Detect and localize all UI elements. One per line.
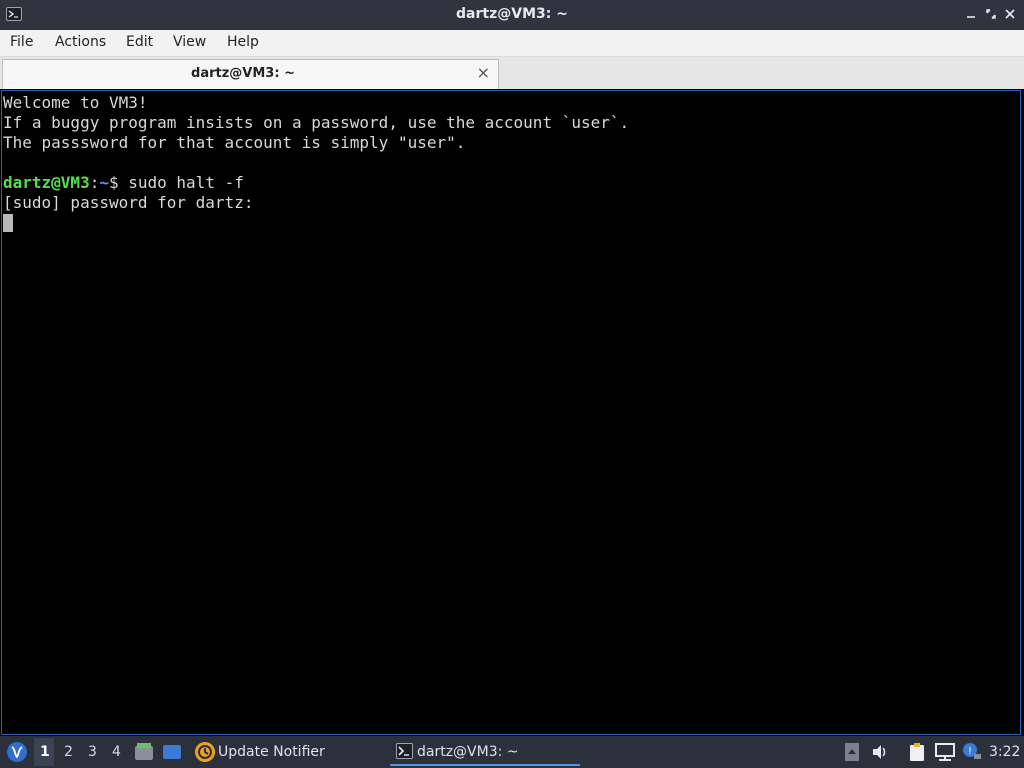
prompt-path: ~	[99, 173, 109, 192]
start-menu-icon[interactable]	[6, 741, 28, 767]
desktop-icon[interactable]	[162, 742, 182, 766]
terminal-line: If a buggy program insists on a password…	[3, 113, 630, 132]
close-button[interactable]	[1003, 7, 1017, 21]
update-notifier-label[interactable]: Update Notifier	[218, 744, 325, 760]
clipboard-icon[interactable]	[907, 742, 927, 766]
maximize-button[interactable]	[984, 7, 998, 21]
notification-icon[interactable]: !	[962, 742, 982, 766]
close-icon	[1005, 9, 1015, 19]
workspace-1[interactable]: 1	[40, 744, 50, 760]
file-manager-icon[interactable]	[134, 742, 154, 766]
update-notifier-icon[interactable]	[194, 741, 216, 767]
tray-up-icon[interactable]	[845, 743, 859, 765]
restore-icon	[986, 9, 996, 19]
svg-text:!: !	[968, 746, 972, 757]
minimize-icon	[967, 16, 975, 18]
volume-icon[interactable]	[871, 743, 889, 765]
workspace-2[interactable]: 2	[64, 744, 73, 760]
terminal-line: Welcome to VM3!	[3, 93, 148, 112]
window-title: dartz@VM3: ~	[456, 6, 568, 22]
taskbar: 1 2 3 4 Update Notifier dartz@VM3: ~ ! 3…	[0, 736, 1024, 768]
title-bar: dartz@VM3: ~	[0, 0, 1024, 30]
menu-actions[interactable]: Actions	[55, 34, 106, 50]
terminal-cursor	[3, 214, 13, 232]
terminal-icon	[396, 743, 413, 763]
terminal-output: Welcome to VM3! If a buggy program insis…	[3, 93, 629, 233]
minimize-button[interactable]	[964, 7, 978, 21]
terminal-view[interactable]: Welcome to VM3! If a buggy program insis…	[1, 90, 1021, 735]
terminal-line: The passsword for that account is simply…	[3, 133, 466, 152]
tab-terminal[interactable]: dartz@VM3: ~ ×	[2, 59, 499, 89]
tab-close-icon[interactable]: ×	[477, 63, 490, 82]
sudo-password-prompt: [sudo] password for dartz:	[3, 193, 254, 212]
menu-bar: File Actions Edit View Help	[0, 30, 1024, 57]
menu-edit[interactable]: Edit	[126, 34, 153, 50]
taskbar-item-label: dartz@VM3: ~	[417, 744, 519, 760]
prompt-symbol: $	[108, 173, 129, 192]
taskbar-item-terminal[interactable]: dartz@VM3: ~	[390, 738, 580, 766]
prompt-separator: :	[89, 173, 100, 192]
prompt-user-host: dartz@VM3	[3, 173, 90, 192]
tab-label: dartz@VM3: ~	[191, 66, 295, 81]
workspace-4[interactable]: 4	[112, 744, 121, 760]
clock[interactable]: 3:22	[989, 744, 1020, 760]
menu-help[interactable]: Help	[227, 34, 259, 50]
menu-file[interactable]: File	[10, 34, 33, 50]
workspace-3[interactable]: 3	[88, 744, 97, 760]
menu-view[interactable]: View	[173, 34, 206, 50]
terminal-command: sudo halt -f	[128, 173, 244, 192]
tab-bar: dartz@VM3: ~ ×	[0, 57, 1024, 89]
network-icon[interactable]	[934, 742, 956, 766]
